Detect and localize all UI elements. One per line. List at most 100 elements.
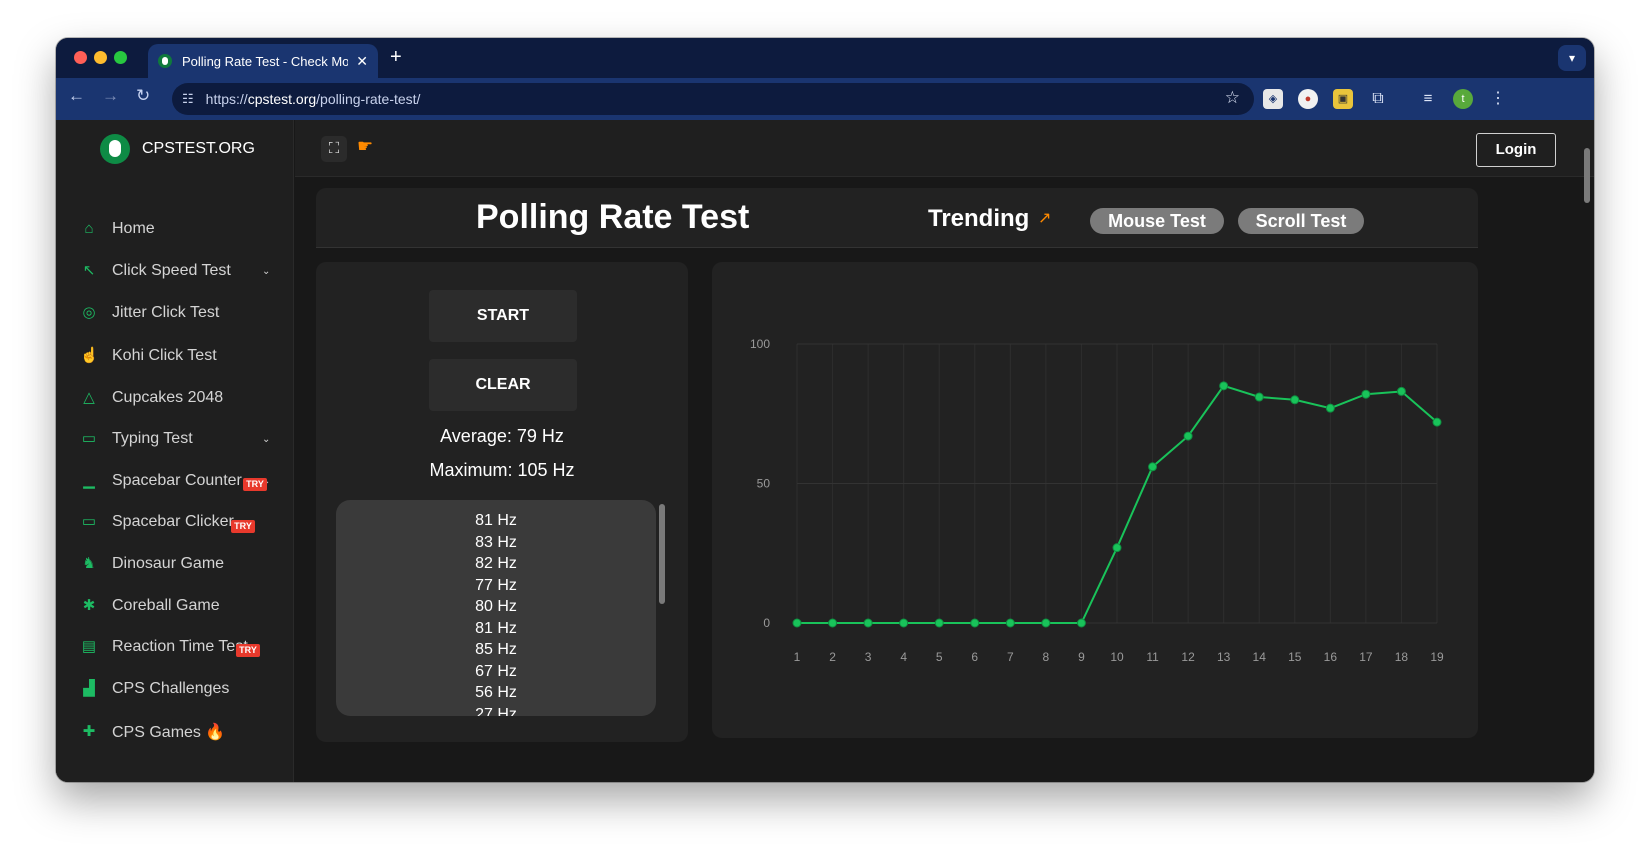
y-tick-label: 100: [750, 337, 770, 351]
browser-tab[interactable]: Polling Rate Test - Check Mouse ✕: [148, 44, 378, 78]
minimize-window-button[interactable]: [94, 51, 107, 64]
list-item: 81 Hz: [475, 619, 517, 637]
x-tick-label: 8: [1043, 650, 1050, 664]
data-point: [970, 618, 980, 628]
url-scheme: https://: [205, 91, 248, 107]
sidebar-item-label: CPS Games 🔥: [112, 724, 226, 741]
data-point: [1254, 392, 1264, 402]
tab-search-chevron-icon[interactable]: ▾: [1558, 45, 1586, 71]
sidebar-item-label: Dinosaur Game: [112, 555, 225, 572]
x-tick-label: 3: [865, 650, 872, 664]
sidebar-item-coreball-game[interactable]: ✱ Coreball Game: [80, 597, 220, 615]
sidebar-item-label: Coreball Game: [112, 597, 220, 614]
fullscreen-icon[interactable]: ⛶: [321, 136, 347, 162]
maximum-rate: Maximum: 105 Hz: [429, 460, 575, 480]
x-tick-label: 10: [1110, 650, 1124, 664]
trending-label: Trending: [928, 205, 1030, 232]
cupcake-icon: △: [83, 389, 95, 406]
sidebar-item-reaction-time-test[interactable]: ▤ Reaction Time Test: [80, 638, 248, 656]
site-logo[interactable]: CPSTEST.ORG: [100, 134, 255, 164]
media-queue-icon[interactable]: ≡: [1418, 89, 1438, 109]
list-item: 27 Hz: [475, 705, 517, 717]
forward-arrow-icon[interactable]: →: [102, 86, 119, 106]
data-point: [934, 618, 944, 628]
sidebar-item-cps-games[interactable]: ✚ CPS Games 🔥: [80, 722, 226, 742]
clear-button[interactable]: CLEAR: [429, 359, 577, 411]
data-point: [1005, 618, 1015, 628]
login-button[interactable]: Login: [1476, 133, 1556, 167]
new-tab-button[interactable]: +: [390, 46, 402, 69]
reload-icon[interactable]: ↻: [136, 86, 150, 106]
x-tick-label: 12: [1181, 650, 1195, 664]
sidebar-item-label: CPS Challenges: [112, 680, 230, 697]
readings-rows: 81 Hz 83 Hz 82 Hz 77 Hz 80 Hz 81 Hz 85 Hz 67 Hz…: [336, 500, 656, 716]
try-badge: TRY: [236, 644, 260, 657]
data-point: [828, 618, 838, 628]
polling-rate-chart: 0501001 2 3 4 5 6 7 8 9 10 11 12 13 14 15 16 17 18 19: [750, 337, 1444, 664]
sidebar-item-label: Cupcakes 2048: [112, 389, 224, 406]
extensions-puzzle-icon[interactable]: ⧉: [1368, 89, 1388, 109]
bar-chart-icon: ▟: [83, 680, 95, 697]
back-arrow-icon[interactable]: ←: [68, 86, 85, 106]
tab-close-icon[interactable]: ✕: [356, 53, 368, 70]
browser-toolbar: ← → ↻ ☷ https://cpstest.org/polling-rate…: [56, 78, 1594, 120]
sidebar-item-jitter-click-test[interactable]: ◎ Jitter Click Test: [80, 304, 219, 322]
sidebar-item-typing-test[interactable]: ▭ Typing Test: [80, 430, 193, 448]
sidebar-item-kohi-click-test[interactable]: ☝ Kohi Click Test: [80, 347, 217, 365]
site-settings-icon[interactable]: ☷: [182, 91, 194, 107]
sidebar-item-home[interactable]: ⌂ Home: [80, 220, 155, 238]
address-bar[interactable]: ☷ https://cpstest.org/polling-rate-test/…: [172, 83, 1254, 115]
sidebar: CPSTEST.ORG ⌂ Home ↖ Click Speed Test ⌄ ◎ Jitt…: [56, 120, 294, 782]
browser-menu-icon[interactable]: ⋮: [1488, 89, 1508, 109]
data-point: [792, 618, 802, 628]
maximize-window-button[interactable]: [114, 51, 127, 64]
sidebar-item-label: Spacebar Counter: [112, 472, 242, 489]
sidebar-item-label: Jitter Click Test: [112, 304, 220, 321]
extension-2-icon[interactable]: ●: [1298, 89, 1318, 109]
data-point: [1219, 381, 1229, 391]
list-item: 83 Hz: [475, 533, 517, 551]
sidebar-item-label: Home: [112, 220, 155, 237]
sidebar-item-click-speed-test[interactable]: ↖ Click Speed Test: [80, 262, 231, 280]
sidebar-item-spacebar-clicker[interactable]: ▭ Spacebar Clicker: [80, 513, 234, 531]
profile-avatar[interactable]: t: [1453, 89, 1473, 109]
sidebar-item-cupcakes-2048[interactable]: △ Cupcakes 2048: [80, 389, 223, 407]
sidebar-item-spacebar-counter[interactable]: ▁ Spacebar Counter: [80, 472, 242, 490]
data-point: [1183, 431, 1193, 441]
tab-strip: Polling Rate Test - Check Mouse ✕ + ▾: [56, 38, 1594, 78]
x-tick-label: 17: [1359, 650, 1373, 664]
data-point: [863, 618, 873, 628]
jitter-icon: ◎: [82, 304, 96, 321]
sidebar-item-dinosaur-game[interactable]: ♞ Dinosaur Game: [80, 555, 224, 573]
title-bar: Polling Rate Test Trending ↗ Mouse Test …: [316, 188, 1478, 248]
tab-title: Polling Rate Test - Check Mouse: [182, 53, 349, 69]
data-point: [1148, 462, 1158, 472]
start-button[interactable]: START: [429, 290, 577, 342]
url-path: /polling-rate-test/: [316, 91, 421, 107]
list-item: 80 Hz: [475, 598, 517, 615]
chevron-down-icon[interactable]: ⌄: [262, 266, 270, 277]
x-tick-label: 19: [1430, 650, 1444, 664]
spacebar-icon: ▁: [83, 472, 95, 489]
close-window-button[interactable]: [74, 51, 87, 64]
readings-list[interactable]: 81 Hz 83 Hz 82 Hz 77 Hz 80 Hz 81 Hz 85 Hz 67 Hz…: [336, 500, 656, 716]
try-badge: TRY: [243, 478, 267, 491]
data-point: [899, 618, 909, 628]
extension-1-icon[interactable]: ◈: [1263, 89, 1283, 109]
pointing-hand-icon[interactable]: ☛: [357, 136, 373, 157]
sidebar-item-label: Kohi Click Test: [112, 347, 217, 364]
scroll-test-link[interactable]: Scroll Test: [1238, 208, 1364, 234]
mouse-test-link[interactable]: Mouse Test: [1090, 208, 1224, 234]
x-tick-label: 1: [794, 650, 801, 664]
x-tick-label: 13: [1217, 650, 1231, 664]
extension-3-icon[interactable]: ▣: [1333, 89, 1353, 109]
x-tick-label: 4: [900, 650, 907, 664]
sidebar-item-cps-challenges[interactable]: ▟ CPS Challenges: [80, 680, 229, 698]
x-tick-label: 11: [1146, 650, 1159, 664]
chevron-down-icon[interactable]: ⌄: [262, 434, 270, 445]
readings-scrollbar-thumb[interactable]: [659, 504, 665, 604]
bookmark-star-icon[interactable]: ☆: [1225, 88, 1240, 108]
y-tick-label: 0: [763, 616, 770, 630]
page-scrollbar-thumb[interactable]: [1584, 148, 1590, 203]
mouse-logo-icon: [100, 134, 130, 164]
